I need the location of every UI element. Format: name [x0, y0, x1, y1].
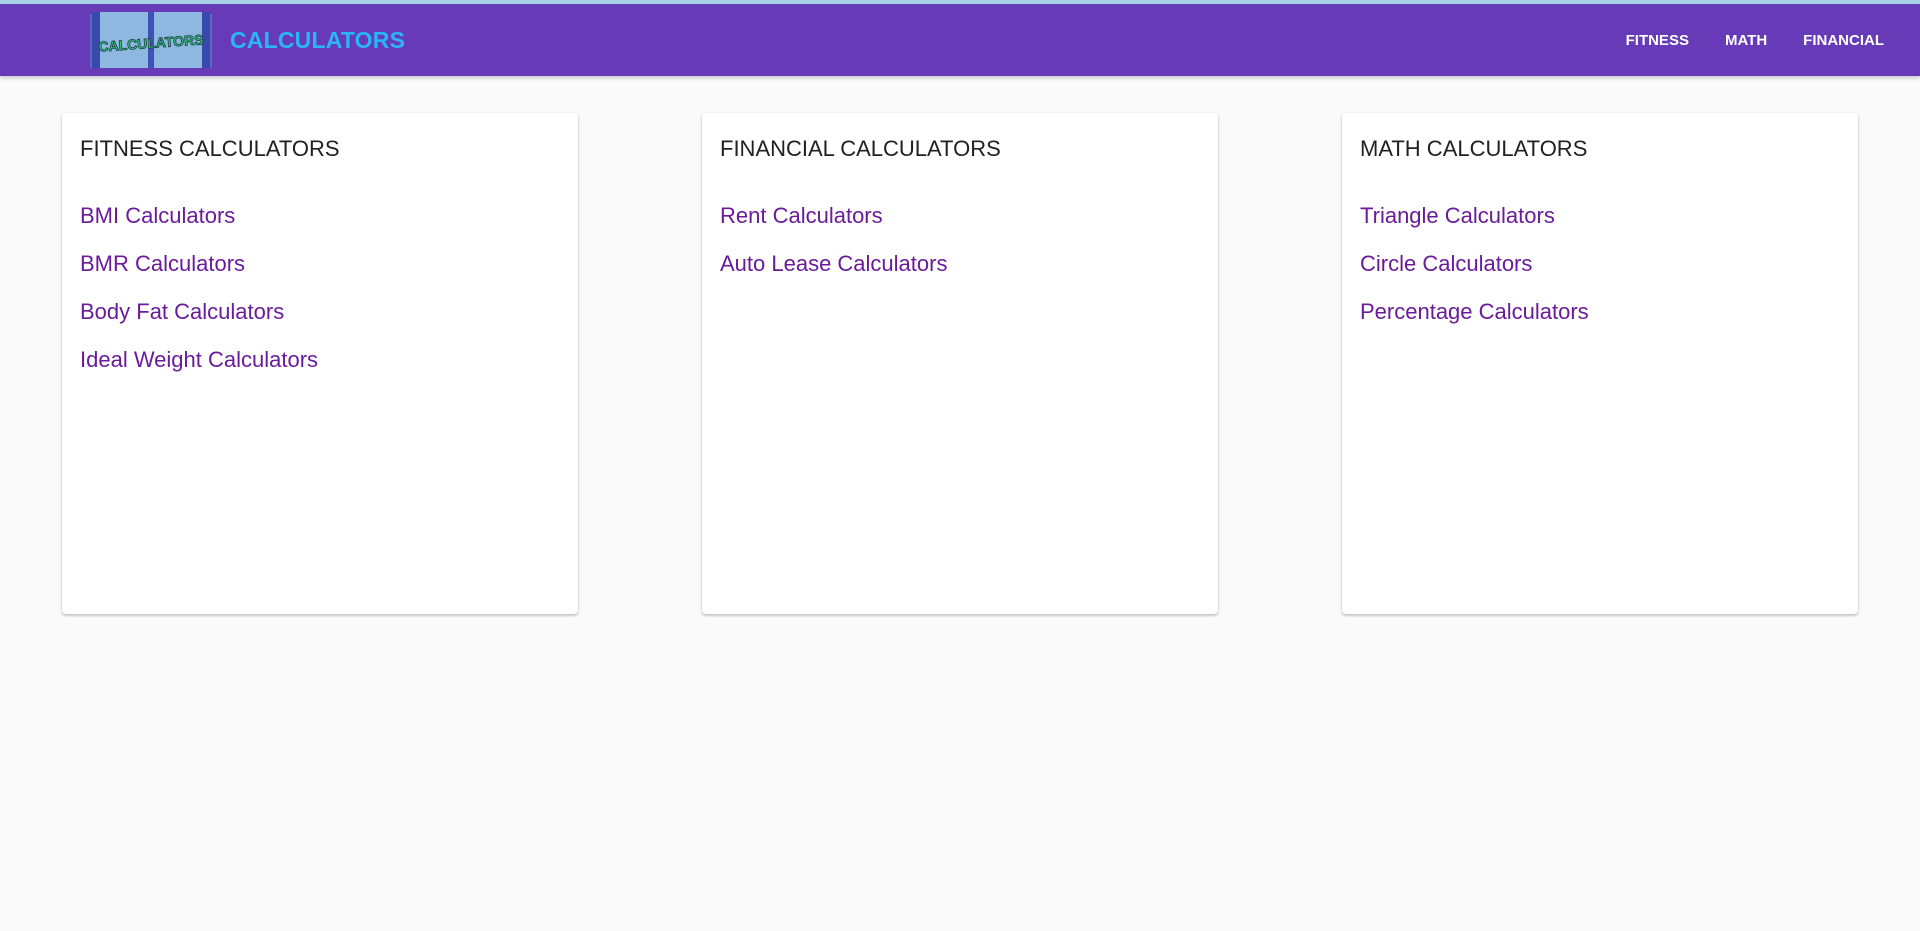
nav-fitness[interactable]: FITNESS	[1626, 32, 1689, 49]
list-item: Rent Calculators	[720, 203, 947, 251]
list-item: Auto Lease Calculators	[720, 251, 947, 299]
link-triangle-calculators[interactable]: Triangle Calculators	[1360, 203, 1555, 228]
link-bmi-calculators[interactable]: BMI Calculators	[80, 203, 235, 228]
card-title: MATH CALCULATORS	[1360, 136, 1588, 161]
link-list: Rent Calculators Auto Lease Calculators	[720, 203, 947, 299]
brand-home-link[interactable]: CALCULATORS CALCULATORS	[88, 4, 405, 76]
link-body-fat-calculators[interactable]: Body Fat Calculators	[80, 299, 284, 324]
list-item: BMR Calculators	[80, 251, 318, 299]
card-math: MATH CALCULATORS Triangle Calculators Ci…	[1342, 113, 1858, 614]
top-nav: FITNESS MATH FINANCIAL	[1590, 4, 1884, 76]
card-fitness: FITNESS CALCULATORS BMI Calculators BMR …	[62, 113, 578, 614]
calculators-logo: CALCULATORS	[90, 12, 212, 68]
card-financial: FINANCIAL CALCULATORS Rent Calculators A…	[702, 113, 1218, 614]
list-item: Ideal Weight Calculators	[80, 347, 318, 395]
list-item: Circle Calculators	[1360, 251, 1589, 299]
list-item: Body Fat Calculators	[80, 299, 318, 347]
link-bmr-calculators[interactable]: BMR Calculators	[80, 251, 245, 276]
navbar: CALCULATORS CALCULATORS FITNESS MATH FIN…	[0, 4, 1920, 76]
link-rent-calculators[interactable]: Rent Calculators	[720, 203, 883, 228]
list-item: BMI Calculators	[80, 203, 318, 251]
link-percentage-calculators[interactable]: Percentage Calculators	[1360, 299, 1589, 324]
list-item: Percentage Calculators	[1360, 299, 1589, 347]
card-title: FITNESS CALCULATORS	[80, 136, 340, 161]
link-list: Triangle Calculators Circle Calculators …	[1360, 203, 1589, 347]
link-auto-lease-calculators[interactable]: Auto Lease Calculators	[720, 251, 947, 276]
link-circle-calculators[interactable]: Circle Calculators	[1360, 251, 1532, 276]
brand-title: CALCULATORS	[230, 26, 406, 53]
link-list: BMI Calculators BMR Calculators Body Fat…	[80, 203, 318, 395]
list-item: Triangle Calculators	[1360, 203, 1589, 251]
card-title: FINANCIAL CALCULATORS	[720, 136, 1001, 161]
link-ideal-weight-calculators[interactable]: Ideal Weight Calculators	[80, 347, 318, 372]
nav-math[interactable]: MATH	[1725, 32, 1767, 49]
nav-financial[interactable]: FINANCIAL	[1803, 32, 1884, 49]
